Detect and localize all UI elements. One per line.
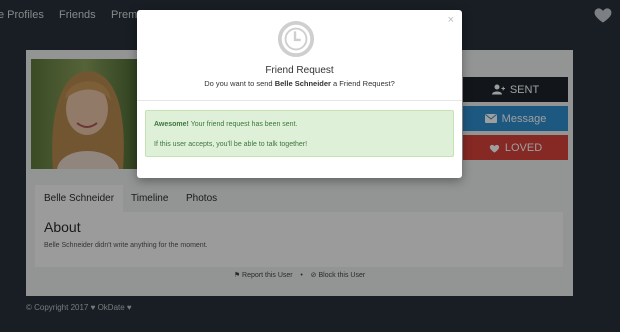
success-alert: Awesome! Your friend request has been se… [145, 110, 454, 157]
question-prefix: Do you want to send [204, 79, 275, 88]
close-icon[interactable]: × [448, 14, 454, 26]
alert-strong: Awesome! [154, 121, 189, 128]
friend-request-modal: × Friend Request Do you want to send Bel… [137, 10, 462, 178]
modal-question: Do you want to send Belle Schneider a Fr… [137, 79, 462, 88]
question-suffix: a Friend Request? [330, 79, 395, 88]
question-name: Belle Schneider [274, 79, 331, 88]
alert-text: Your friend request has been sent. [188, 121, 298, 128]
modal-divider [137, 100, 462, 101]
alert-line-2: If this user accepts, you'll be able to … [154, 141, 308, 148]
modal-title: Friend Request [265, 65, 334, 76]
alert-line-1: Awesome! Your friend request has been se… [154, 121, 297, 128]
clock-icon [277, 20, 315, 58]
